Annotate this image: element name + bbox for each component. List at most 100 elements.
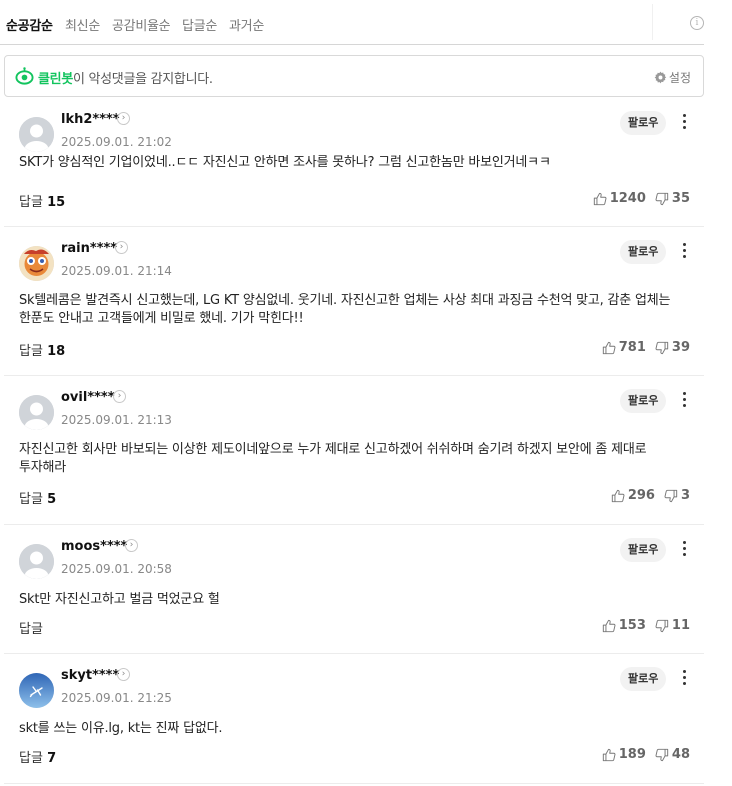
comment-item: skyt**** › 2025.09.01. 21:25 팔로우 skt를 쓰는… (4, 654, 704, 784)
sort-bar: 순공감순 최신순 공감비율순 답글순 과거순 i (0, 0, 704, 45)
avatar[interactable] (19, 117, 54, 152)
reply-label: 답글 (19, 492, 43, 507)
username[interactable]: ovil**** (61, 390, 115, 405)
comment-item: moos**** › 2025.09.01. 20:58 팔로우 Skt만 자진… (4, 525, 704, 654)
default-avatar-icon (19, 544, 54, 579)
reply-button[interactable]: 답글 (19, 618, 43, 637)
cleanbot-brand[interactable]: 클린봇 (38, 72, 73, 87)
comment-text: 자진신고한 회사만 바보되는 이상한 제도이네앞으로 누가 제대로 신고하겠어 … (19, 442, 647, 475)
cleanbot-settings-button[interactable]: 설정 (654, 69, 691, 86)
like-button[interactable]: 189 (602, 747, 646, 762)
comment-date: 2025.09.01. 21:25 (61, 691, 172, 705)
reply-button[interactable]: 답글 5 (19, 488, 56, 507)
like-count: 189 (618, 747, 646, 762)
comment-item: ovil**** › 2025.09.01. 21:13 팔로우 자진신고한 회… (4, 376, 704, 525)
thumbs-up-icon (602, 748, 616, 761)
thumbs-up-icon (602, 619, 616, 632)
like-button[interactable]: 296 (611, 488, 655, 503)
dislike-count: 35 (671, 191, 690, 206)
more-options-icon[interactable] (677, 111, 691, 133)
reply-button[interactable]: 답글 18 (19, 340, 65, 359)
vote-group: 1240 35 (593, 191, 690, 206)
comment-text: Sk텔레콤은 발견즉시 신고했는데, LG KT 양심없네. 웃기네. 자진신고… (19, 293, 671, 326)
more-options-icon[interactable] (677, 240, 691, 262)
comment-date: 2025.09.01. 21:02 (61, 135, 172, 149)
follow-button[interactable]: 팔로우 (620, 389, 667, 413)
reply-count: 7 (47, 751, 57, 766)
vote-group: 189 48 (602, 747, 690, 762)
like-button[interactable]: 1240 (593, 191, 646, 206)
reply-button[interactable]: 답글 7 (19, 747, 56, 766)
dislike-button[interactable]: 11 (655, 618, 690, 633)
thumbs-up-icon (602, 341, 616, 354)
follow-button[interactable]: 팔로우 (620, 538, 667, 562)
vote-group: 296 3 (611, 488, 690, 503)
reply-count: 5 (47, 492, 57, 507)
comment-text: SKT가 양심적인 기업이었네..ㄷㄷ 자진신고 안하면 조사를 못하나? 그럼… (19, 155, 551, 170)
like-count: 781 (618, 340, 646, 355)
like-button[interactable]: 781 (602, 340, 646, 355)
avatar[interactable] (19, 544, 54, 579)
dislike-count: 3 (680, 488, 690, 503)
info-icon[interactable]: i (690, 16, 704, 30)
reply-label: 답글 (19, 195, 43, 210)
more-options-icon[interactable] (677, 667, 691, 689)
gear-icon (654, 71, 667, 84)
sort-tab-newest[interactable]: 최신순 (65, 15, 100, 34)
thumbs-down-icon (655, 192, 669, 205)
like-button[interactable]: 153 (602, 618, 646, 633)
avatar[interactable] (19, 246, 54, 281)
sky-airplane-avatar-icon (19, 673, 54, 708)
comment-item: lkh2**** › 2025.09.01. 21:02 팔로우 SKT가 양심… (4, 98, 704, 227)
dislike-button[interactable]: 39 (655, 340, 690, 355)
vote-group: 781 39 (602, 340, 690, 355)
divider (652, 4, 653, 40)
settings-label: 설정 (668, 71, 691, 85)
comment-text: Skt만 자진신고하고 벌금 먹었군요 헐 (19, 592, 220, 607)
dislike-count: 39 (671, 340, 690, 355)
reply-label: 답글 (19, 344, 43, 359)
cleanbot-message: 이 악성댓글을 감지합니다. (72, 72, 213, 87)
default-avatar-icon (19, 395, 54, 430)
sort-tab-recommended[interactable]: 순공감순 (6, 15, 53, 34)
avatar[interactable] (19, 673, 54, 708)
chevron-right-icon[interactable]: › (125, 539, 138, 552)
username[interactable]: lkh2**** (61, 112, 120, 127)
sort-tab-reply-count[interactable]: 답글순 (182, 15, 217, 34)
dislike-button[interactable]: 3 (664, 488, 690, 503)
thumbs-up-icon (593, 192, 607, 205)
like-count: 153 (618, 618, 646, 633)
follow-button[interactable]: 팔로우 (620, 667, 667, 691)
username[interactable]: rain**** (61, 241, 117, 256)
reply-button[interactable]: 답글 15 (19, 191, 65, 210)
username[interactable]: moos**** (61, 539, 127, 554)
username[interactable]: skyt**** (61, 668, 119, 683)
like-count: 296 (627, 488, 655, 503)
default-avatar-icon (19, 117, 54, 152)
thumbs-down-icon (655, 619, 669, 632)
like-count: 1240 (609, 191, 646, 206)
dislike-count: 48 (671, 747, 690, 762)
chevron-right-icon[interactable]: › (115, 241, 128, 254)
sort-tab-sympathy-ratio[interactable]: 공감비율순 (112, 15, 171, 34)
sort-tab-oldest[interactable]: 과거순 (229, 15, 264, 34)
dislike-button[interactable]: 35 (655, 191, 690, 206)
thumbs-down-icon (655, 341, 669, 354)
thumbs-down-icon (664, 489, 678, 502)
dislike-button[interactable]: 48 (655, 747, 690, 762)
cleanbot-eye-icon (15, 67, 34, 85)
follow-button[interactable]: 팔로우 (620, 240, 667, 264)
more-options-icon[interactable] (677, 389, 691, 411)
chevron-right-icon[interactable]: › (113, 390, 126, 403)
character-avatar-icon (19, 246, 54, 281)
dislike-count: 11 (671, 618, 690, 633)
chevron-right-icon[interactable]: › (117, 112, 130, 125)
more-options-icon[interactable] (677, 538, 691, 560)
reply-count: 18 (47, 344, 66, 359)
comment-date: 2025.09.01. 20:58 (61, 562, 172, 576)
follow-button[interactable]: 팔로우 (620, 111, 667, 135)
vote-group: 153 11 (602, 618, 690, 633)
avatar[interactable] (19, 395, 54, 430)
reply-label: 답글 (19, 751, 43, 766)
chevron-right-icon[interactable]: › (117, 668, 130, 681)
